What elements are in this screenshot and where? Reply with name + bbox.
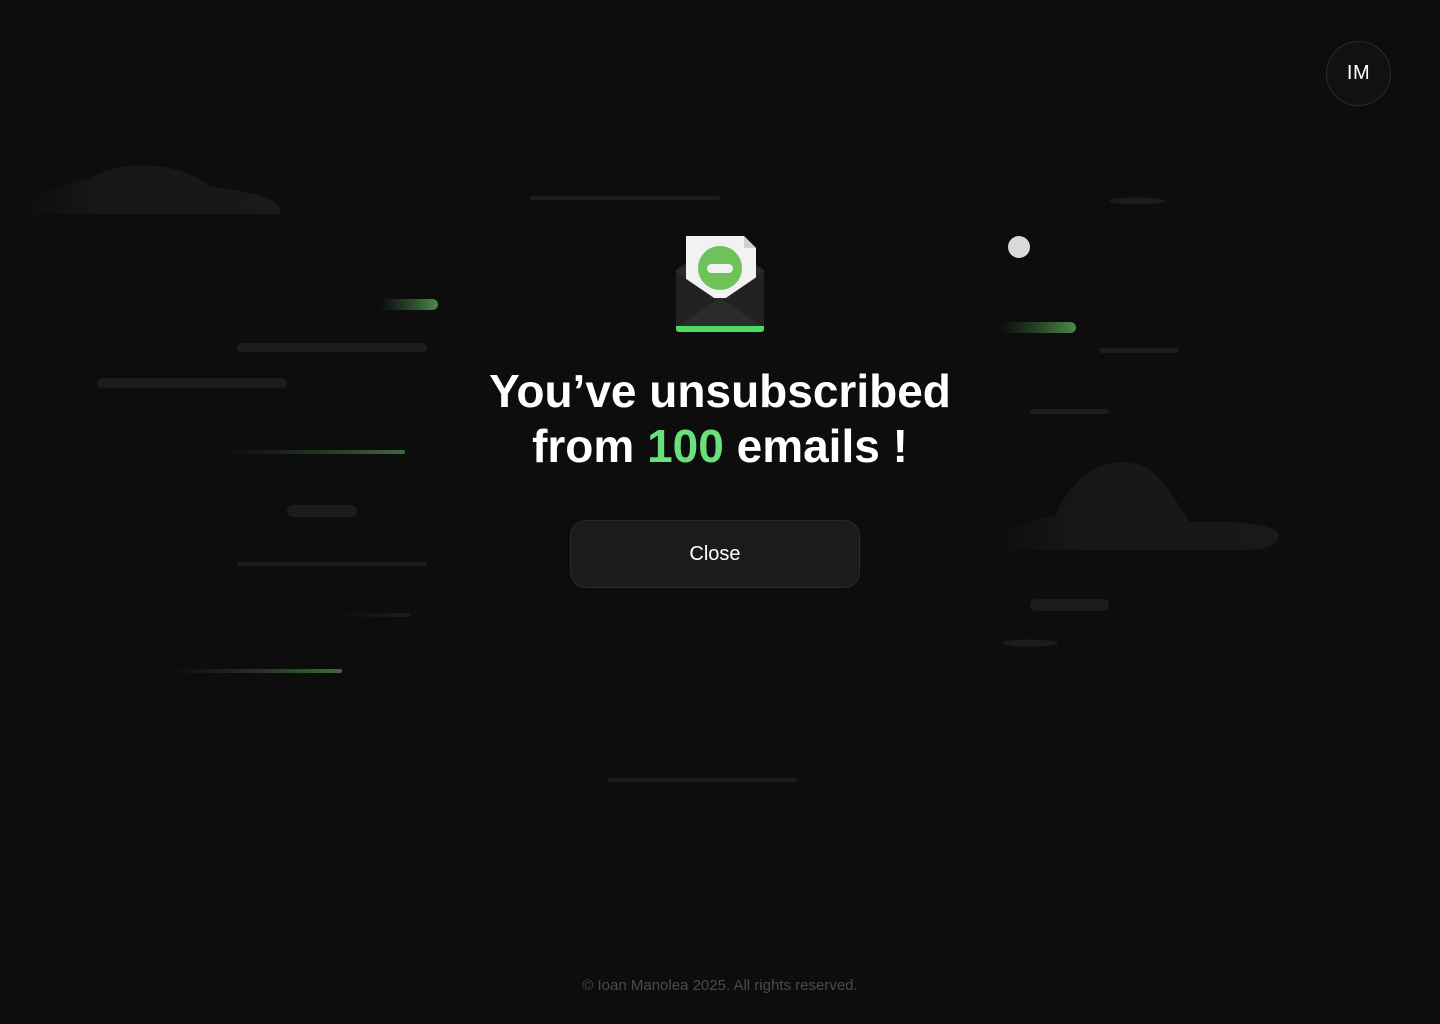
cloud-left <box>20 165 281 214</box>
user-avatar[interactable]: IM <box>1326 41 1391 106</box>
moon-dot <box>1008 236 1030 258</box>
footer-copyright: © Ioan Manolea 2025. All rights reserved… <box>582 977 858 994</box>
streak <box>225 450 405 454</box>
envelope-unsubscribe-icon <box>676 236 764 332</box>
streak <box>1099 348 1179 353</box>
headline-line1: You’ve unsubscribed <box>489 365 951 417</box>
unsubscribe-success-page: IM You’ve unsubscribed from 100 emails !… <box>0 0 1440 1024</box>
streak <box>97 378 287 388</box>
streak <box>1109 197 1165 205</box>
streak <box>287 505 357 517</box>
streak <box>1030 599 1109 611</box>
avatar-initials: IM <box>1346 62 1371 84</box>
background-decoration <box>20 165 1279 782</box>
streak <box>530 196 720 200</box>
streak <box>170 669 342 673</box>
streak <box>1002 639 1058 647</box>
streak <box>1030 409 1109 414</box>
close-button[interactable]: Close <box>570 520 860 588</box>
streak <box>380 299 438 310</box>
headline-from: from <box>532 420 648 472</box>
unsubscribed-count: 100 <box>647 420 724 472</box>
streak <box>237 343 427 352</box>
streak <box>607 778 797 782</box>
page-title: You’ve unsubscribed from 100 emails ! <box>420 364 1020 474</box>
cloud-right <box>990 462 1279 550</box>
streak <box>237 562 427 566</box>
headline-suffix: emails ! <box>723 420 908 472</box>
streak <box>335 613 411 617</box>
streak <box>1000 322 1076 333</box>
